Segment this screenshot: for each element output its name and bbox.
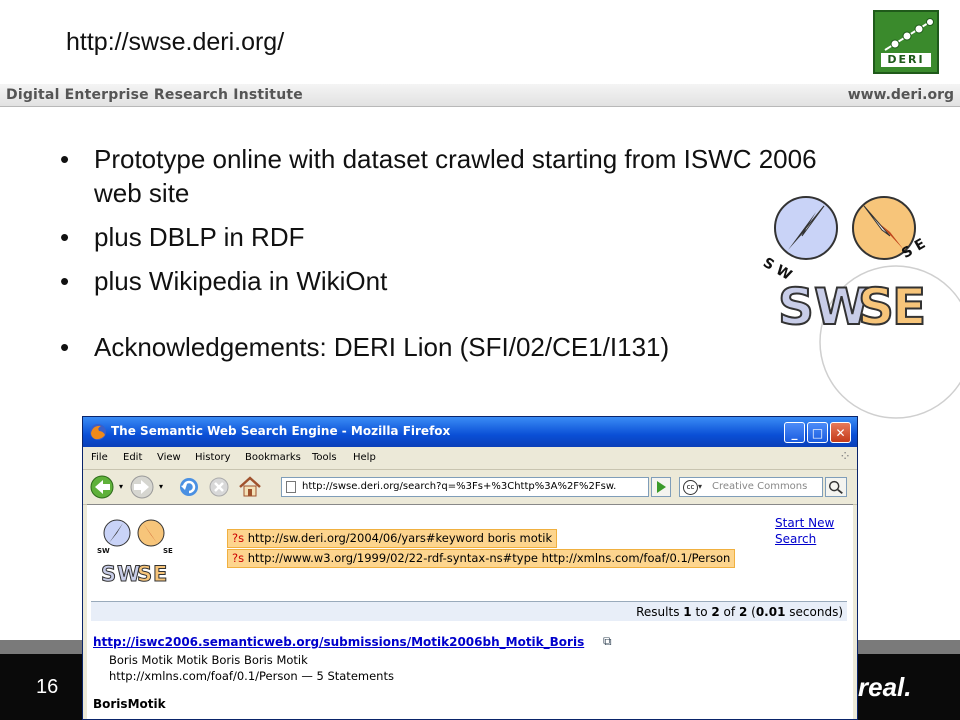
result-names: Boris Motik Motik Boris Boris Motik <box>109 653 308 667</box>
svg-text:S: S <box>137 562 152 586</box>
page-icon <box>286 481 296 493</box>
results-prefix: Results <box>636 605 680 619</box>
menu-help[interactable]: Help <box>353 452 376 463</box>
start-new-search-link[interactable]: Start New Search <box>775 515 834 547</box>
throbber-icon: ⁘ <box>839 449 851 465</box>
magnifier-icon[interactable] <box>825 477 847 497</box>
result-link[interactable]: http://iswc2006.semanticweb.org/submissi… <box>93 635 584 649</box>
results-seconds: 0.01 <box>755 605 786 619</box>
results-of-word: of <box>723 605 736 619</box>
svg-text:E: E <box>153 562 167 586</box>
stop-icon[interactable] <box>207 474 231 500</box>
search-field[interactable]: cc ▾ Creative Commons <box>679 477 823 497</box>
bullet-item: plus DBLP in RDF <box>60 220 820 254</box>
start-new-search-line: Search <box>775 532 817 546</box>
slide-title: http://swse.deri.org/ <box>66 28 285 56</box>
reload-icon[interactable] <box>177 474 201 500</box>
bullet-item: Acknowledgements: DERI Lion (SFI/02/CE1/… <box>60 330 820 364</box>
swse-mini-logo[interactable]: SW SE S W S E <box>95 513 179 587</box>
home-icon[interactable] <box>237 474 263 500</box>
menu-edit[interactable]: Edit <box>123 452 142 463</box>
header-bar: Digital Enterprise Research Institute ww… <box>0 84 960 107</box>
query-pattern[interactable]: ?s http://www.w3.org/1999/02/22-rdf-synt… <box>227 549 736 568</box>
bullet-item: Prototype online with dataset crawled st… <box>60 142 820 210</box>
institute-name: Digital Enterprise Research Institute <box>6 87 303 103</box>
query-text: http://www.w3.org/1999/02/22-rdf-syntax-… <box>247 551 731 565</box>
svg-text:S: S <box>858 278 894 336</box>
menu-tools[interactable]: Tools <box>312 452 337 463</box>
results-summary: Results 1 to 2 of 2 (0.01 seconds) <box>91 601 847 621</box>
browser-titlebar: The Semantic Web Search Engine - Mozilla… <box>83 417 857 447</box>
url-bar[interactable]: http://swse.deri.org/search?q=%3Fs+%3Cht… <box>281 477 649 497</box>
forward-dropdown-icon[interactable]: ▾ <box>159 482 163 491</box>
firefox-icon <box>90 424 106 440</box>
deri-logo: DERI <box>873 10 939 74</box>
search-engine-dropdown-icon[interactable]: ▾ <box>698 482 702 491</box>
creative-commons-icon[interactable]: cc <box>683 480 698 495</box>
footer-tagline: real. <box>858 672 912 702</box>
menu-file[interactable]: File <box>91 452 108 463</box>
menu-history[interactable]: History <box>195 452 231 463</box>
svg-text:E: E <box>892 278 926 336</box>
maximize-button[interactable]: □ <box>807 422 828 443</box>
search-placeholder: Creative Commons <box>712 481 808 492</box>
menu-bookmarks[interactable]: Bookmarks <box>245 452 301 463</box>
svg-text:SW: SW <box>97 547 110 555</box>
results-from: 1 <box>683 605 692 619</box>
navigation-toolbar: ▾ ▾ http://swse.deri.org/search?q=%3Fs+%… <box>83 470 857 505</box>
bullet-item: plus Wikipedia in WikiOnt <box>60 264 820 298</box>
institute-url: www.deri.org <box>847 87 954 103</box>
start-new-search-line: Start New <box>775 516 835 530</box>
browser-title: The Semantic Web Search Engine - Mozilla… <box>111 424 451 438</box>
query-variable: ?s <box>232 531 245 545</box>
results-seconds-suffix: seconds) <box>789 605 843 619</box>
deri-logo-icon <box>884 18 934 51</box>
results-total: 2 <box>738 605 748 619</box>
svg-text:S: S <box>778 278 814 336</box>
external-link-icon[interactable]: ⧉ <box>603 634 612 649</box>
result-type: http://xmlns.com/foaf/0.1/Person — 5 Sta… <box>109 669 394 683</box>
minimize-button[interactable]: _ <box>784 422 805 443</box>
results-to-word: to <box>695 605 708 619</box>
menu-bar: File Edit View History Bookmarks Tools H… <box>83 447 857 470</box>
query-text: http://sw.deri.org/2004/06/yars#keyword … <box>247 531 553 545</box>
result-title[interactable]: BorisMotik <box>93 697 166 711</box>
back-dropdown-icon[interactable]: ▾ <box>119 482 123 491</box>
deri-logo-text: DERI <box>881 53 931 67</box>
browser-window: The Semantic Web Search Engine - Mozilla… <box>82 416 858 720</box>
query-variable: ?s <box>232 551 245 565</box>
svg-text:SE: SE <box>163 547 173 555</box>
results-to: 2 <box>711 605 720 619</box>
compass-blue-icon <box>774 196 838 260</box>
url-text: http://swse.deri.org/search?q=%3Fs+%3Cht… <box>302 481 617 492</box>
svg-text:S: S <box>101 562 116 586</box>
page-content: SW SE S W S E ?s http://sw.deri.org/2004… <box>87 504 853 719</box>
close-button[interactable]: ✕ <box>830 422 851 443</box>
go-button[interactable] <box>651 477 671 497</box>
menu-view[interactable]: View <box>157 452 181 463</box>
query-pattern[interactable]: ?s http://sw.deri.org/2004/06/yars#keywo… <box>227 529 558 548</box>
page-number: 16 <box>36 676 59 698</box>
bullet-list: Prototype online with dataset crawled st… <box>60 142 820 374</box>
swse-logo: S W S E S W S E <box>760 196 960 419</box>
back-button[interactable] <box>89 474 117 500</box>
forward-button[interactable] <box>129 474 157 500</box>
